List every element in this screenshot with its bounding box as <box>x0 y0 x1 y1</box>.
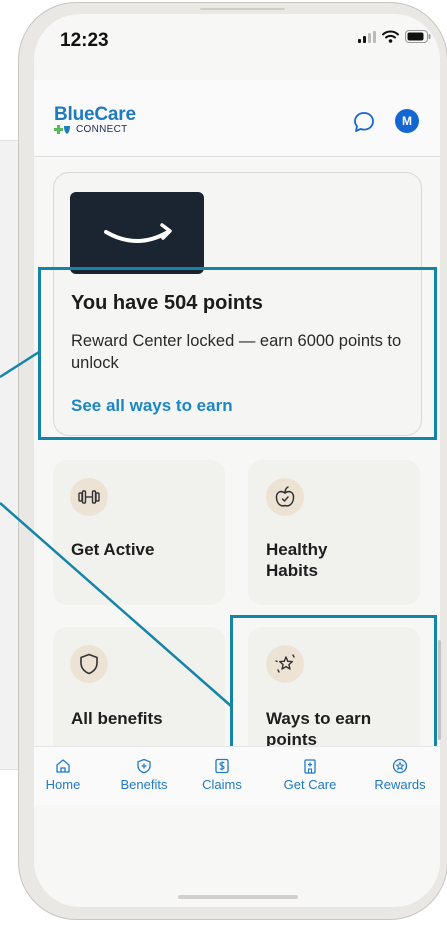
tab-benefits[interactable]: Benefits <box>114 758 174 792</box>
scrollbar[interactable] <box>438 640 441 740</box>
logo-subtitle: CONNECT <box>54 124 128 135</box>
benefits-icon <box>137 758 151 774</box>
dumbbell-icon-circle <box>70 478 108 516</box>
tab-label-home: Home <box>45 777 81 792</box>
tab-label-get-care: Get Care <box>283 777 337 792</box>
tile-label-healthy-habits: Healthy Habits <box>266 540 328 580</box>
app-header: BlueCare CONNECT M <box>34 80 440 157</box>
highlight-box-points <box>38 267 437 440</box>
tab-get-care[interactable]: Get Care <box>280 758 340 792</box>
chat-icon[interactable] <box>352 110 376 134</box>
signal-icon <box>358 30 376 43</box>
logo-text: BlueCare <box>54 104 136 125</box>
home-indicator[interactable] <box>178 895 298 899</box>
apple-icon <box>275 486 295 507</box>
amazon-logo-tile <box>70 192 204 274</box>
shield-icon <box>80 653 98 675</box>
home-icon <box>56 759 70 773</box>
logo-subtitle-text: CONNECT <box>76 124 128 135</box>
shield-icon-circle <box>70 645 108 683</box>
tab-home[interactable]: Home <box>43 758 83 792</box>
get-care-icon <box>304 759 316 774</box>
tab-label-rewards: Rewards <box>374 777 426 792</box>
apple-icon-circle <box>266 478 304 516</box>
wifi-icon <box>382 30 399 43</box>
tab-claims[interactable]: Claims <box>197 758 247 792</box>
amazon-smile-icon <box>104 223 172 243</box>
battery-icon <box>405 30 431 43</box>
tab-label-claims: Claims <box>202 777 242 792</box>
tab-rewards[interactable]: Rewards <box>370 758 430 792</box>
tab-label-benefits: Benefits <box>120 777 168 792</box>
claims-icon <box>215 758 229 774</box>
tile-label-all-benefits: All benefits <box>71 709 163 728</box>
dumbbell-icon <box>78 490 100 504</box>
status-time: 12:23 <box>60 30 109 51</box>
status-icons <box>358 30 431 43</box>
avatar[interactable]: M <box>395 109 419 133</box>
phone-speaker <box>200 8 285 10</box>
cross-heart-icon <box>54 124 70 134</box>
rewards-icon <box>392 758 408 774</box>
tile-label-get-active: Get Active <box>71 540 155 559</box>
